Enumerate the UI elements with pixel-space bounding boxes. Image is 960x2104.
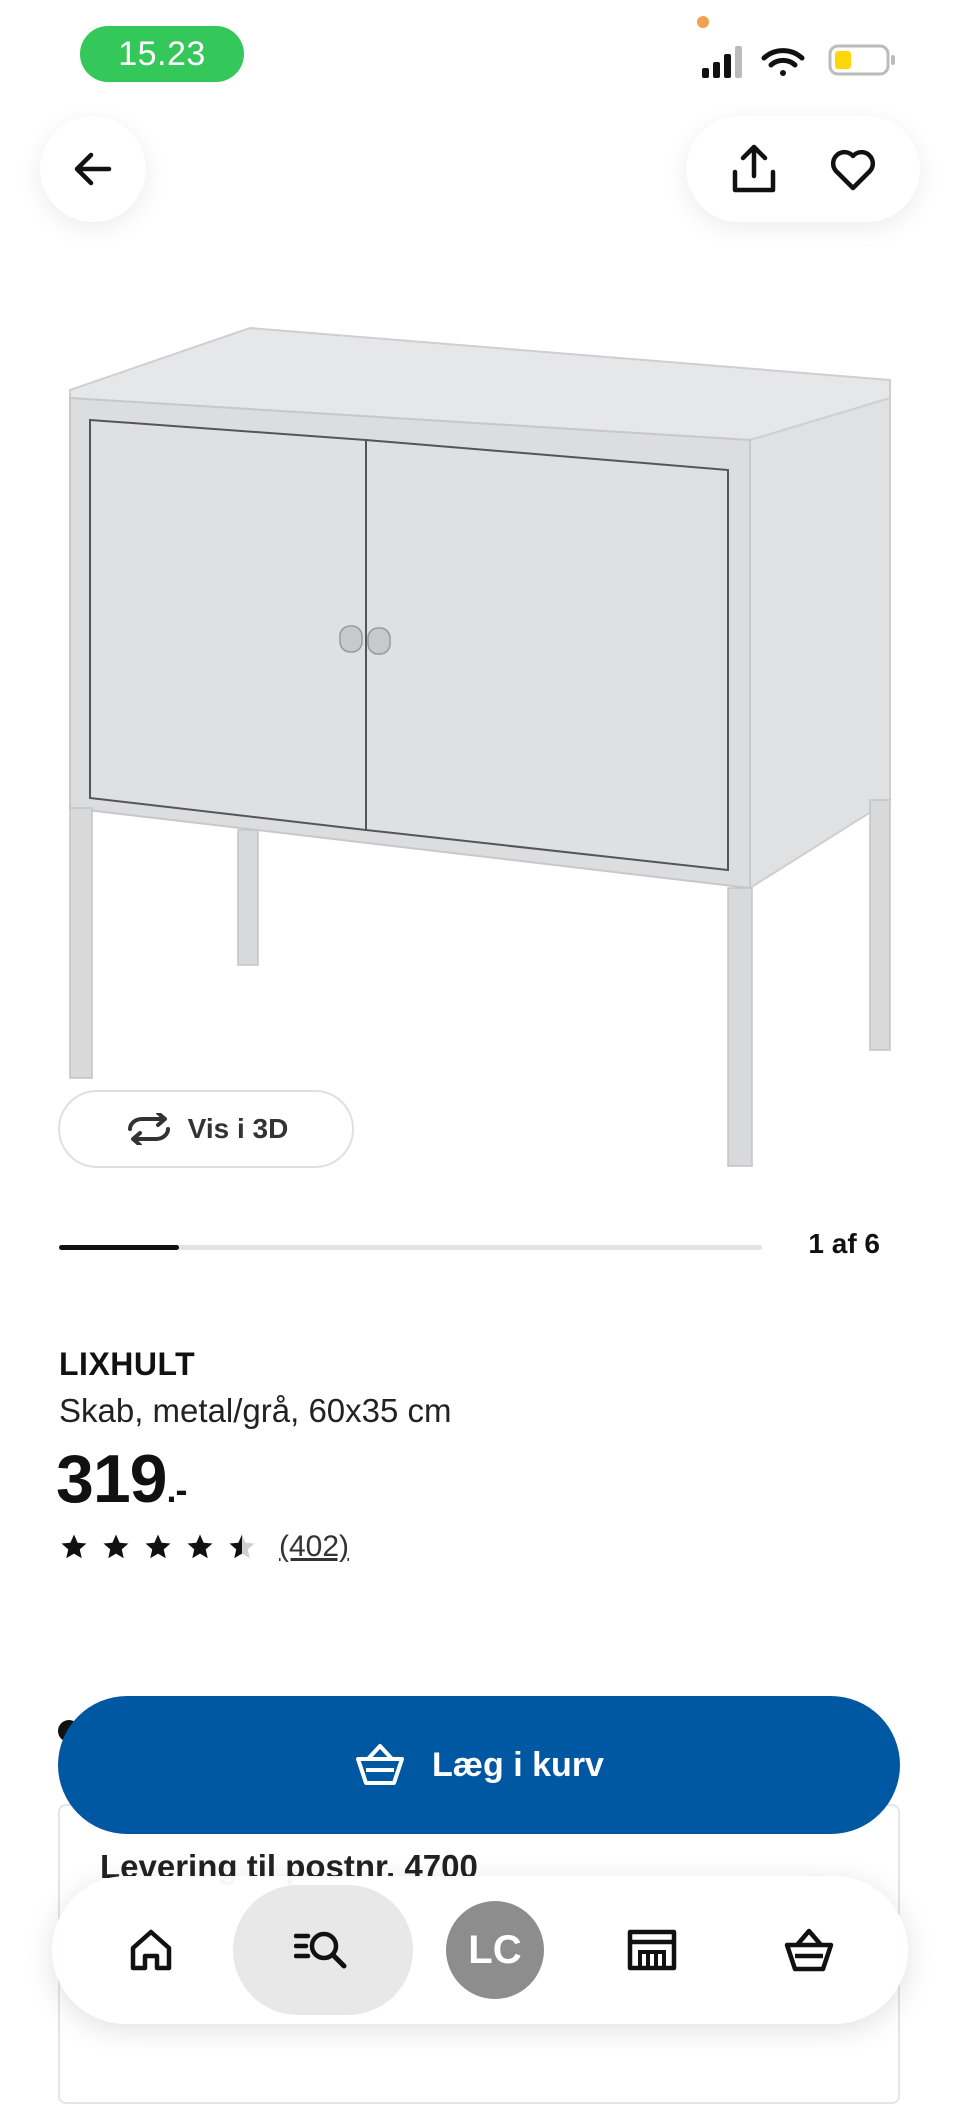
wifi-icon <box>761 48 805 76</box>
rotate-3d-icon <box>127 1113 170 1145</box>
home-icon <box>130 1929 171 1971</box>
nav-basket[interactable] <box>734 1885 884 2015</box>
signal-icon <box>702 46 742 78</box>
nav-profile[interactable]: LC <box>420 1885 570 2015</box>
product-rating[interactable]: (402) <box>59 1530 349 1564</box>
battery-icon <box>828 44 895 76</box>
nav-stores[interactable] <box>577 1885 727 2015</box>
share-button[interactable] <box>719 134 789 204</box>
header-actions <box>686 116 920 222</box>
store-icon <box>627 1929 677 1971</box>
nav-search[interactable] <box>232 1885 413 2015</box>
arrow-left-icon <box>74 152 112 186</box>
review-count-link[interactable]: (402) <box>279 1530 349 1564</box>
gallery-progress-fill <box>59 1245 179 1250</box>
favorite-button[interactable] <box>818 134 888 204</box>
view-in-3d-label: Vis i 3D <box>187 1113 289 1144</box>
gallery-progress <box>59 1245 762 1250</box>
share-icon <box>732 144 775 193</box>
search-icon <box>293 1931 347 1969</box>
back-button[interactable] <box>40 116 146 222</box>
status-time: 15.23 <box>80 26 244 82</box>
privacy-indicator <box>697 16 709 28</box>
price-suffix: .- <box>166 1469 187 1510</box>
price-value: 319 <box>56 1441 167 1517</box>
view-in-3d-button[interactable]: Vis i 3D <box>58 1090 354 1168</box>
basket-nav-icon <box>785 1928 834 1972</box>
star-icon <box>187 1534 213 1559</box>
product-image[interactable] <box>60 320 900 1180</box>
add-to-cart-button[interactable]: Læg i kurv <box>58 1696 900 1834</box>
star-icon <box>103 1534 129 1559</box>
basket-icon <box>356 1744 405 1785</box>
star-icon <box>61 1534 87 1559</box>
product-price: 319.- <box>56 1440 187 1518</box>
star-icon <box>145 1534 171 1559</box>
nav-home[interactable] <box>76 1885 226 2015</box>
rating-stars <box>59 1532 257 1562</box>
gallery-counter: 1 af 6 <box>808 1228 880 1259</box>
status-icons <box>702 44 895 78</box>
product-name: LIXHULT <box>59 1346 196 1382</box>
add-to-cart-label: Læg i kurv <box>432 1745 604 1784</box>
star-icon <box>229 1534 255 1559</box>
product-description: Skab, metal/grå, 60x35 cm <box>59 1392 452 1429</box>
bottom-navigation: LC <box>52 1876 908 2024</box>
heart-icon <box>830 149 875 191</box>
profile-avatar: LC <box>445 1901 544 1999</box>
